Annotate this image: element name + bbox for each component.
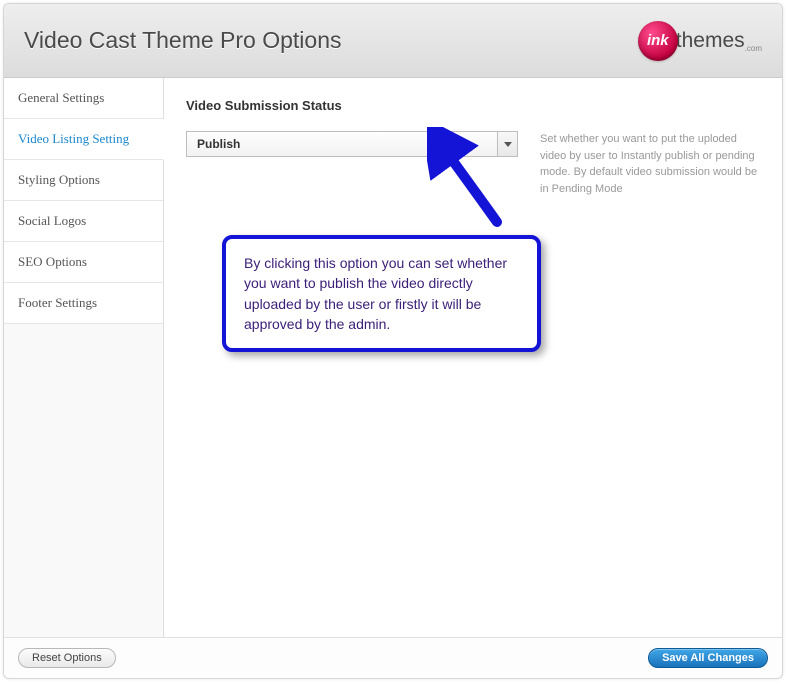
page-title: Video Cast Theme Pro Options bbox=[24, 27, 342, 54]
field-row: Publish Set whether you want to put the … bbox=[186, 131, 760, 197]
save-all-changes-button[interactable]: Save All Changes bbox=[648, 648, 768, 668]
panel-body: General Settings Video Listing Setting S… bbox=[4, 78, 782, 637]
sidebar: General Settings Video Listing Setting S… bbox=[4, 78, 164, 637]
sidebar-item-label: SEO Options bbox=[18, 254, 87, 269]
sidebar-item-label: Social Logos bbox=[18, 213, 86, 228]
logo-subtext: .com bbox=[745, 44, 762, 53]
brand-logo: ink themes.com bbox=[638, 21, 762, 61]
field-help-text: Set whether you want to put the uploded … bbox=[540, 131, 760, 197]
video-submission-status-select-wrap: Publish bbox=[186, 131, 518, 157]
sidebar-item-label: Video Listing Setting bbox=[18, 131, 129, 146]
sidebar-item-label: Styling Options bbox=[18, 172, 100, 187]
sidebar-item-social-logos[interactable]: Social Logos bbox=[4, 201, 163, 242]
sidebar-item-label: General Settings bbox=[18, 90, 104, 105]
panel-footer: Reset Options Save All Changes bbox=[4, 637, 782, 678]
sidebar-item-footer-settings[interactable]: Footer Settings bbox=[4, 283, 163, 324]
annotation-callout-text: By clicking this option you can set whet… bbox=[244, 253, 519, 334]
logo-circle-icon: ink bbox=[638, 21, 678, 61]
sidebar-item-styling-options[interactable]: Styling Options bbox=[4, 160, 163, 201]
panel-header: Video Cast Theme Pro Options ink themes.… bbox=[4, 4, 782, 78]
sidebar-item-general-settings[interactable]: General Settings bbox=[4, 78, 163, 119]
section-title: Video Submission Status bbox=[186, 98, 760, 113]
annotation-callout: By clicking this option you can set whet… bbox=[222, 235, 541, 352]
reset-options-button[interactable]: Reset Options bbox=[18, 648, 116, 668]
sidebar-item-video-listing-setting[interactable]: Video Listing Setting bbox=[4, 119, 164, 160]
sidebar-item-seo-options[interactable]: SEO Options bbox=[4, 242, 163, 283]
logo-text: themes bbox=[676, 29, 745, 52]
video-submission-status-select[interactable]: Publish bbox=[186, 131, 518, 157]
main-content: Video Submission Status Publish Set whet… bbox=[164, 78, 782, 637]
sidebar-item-label: Footer Settings bbox=[18, 295, 97, 310]
